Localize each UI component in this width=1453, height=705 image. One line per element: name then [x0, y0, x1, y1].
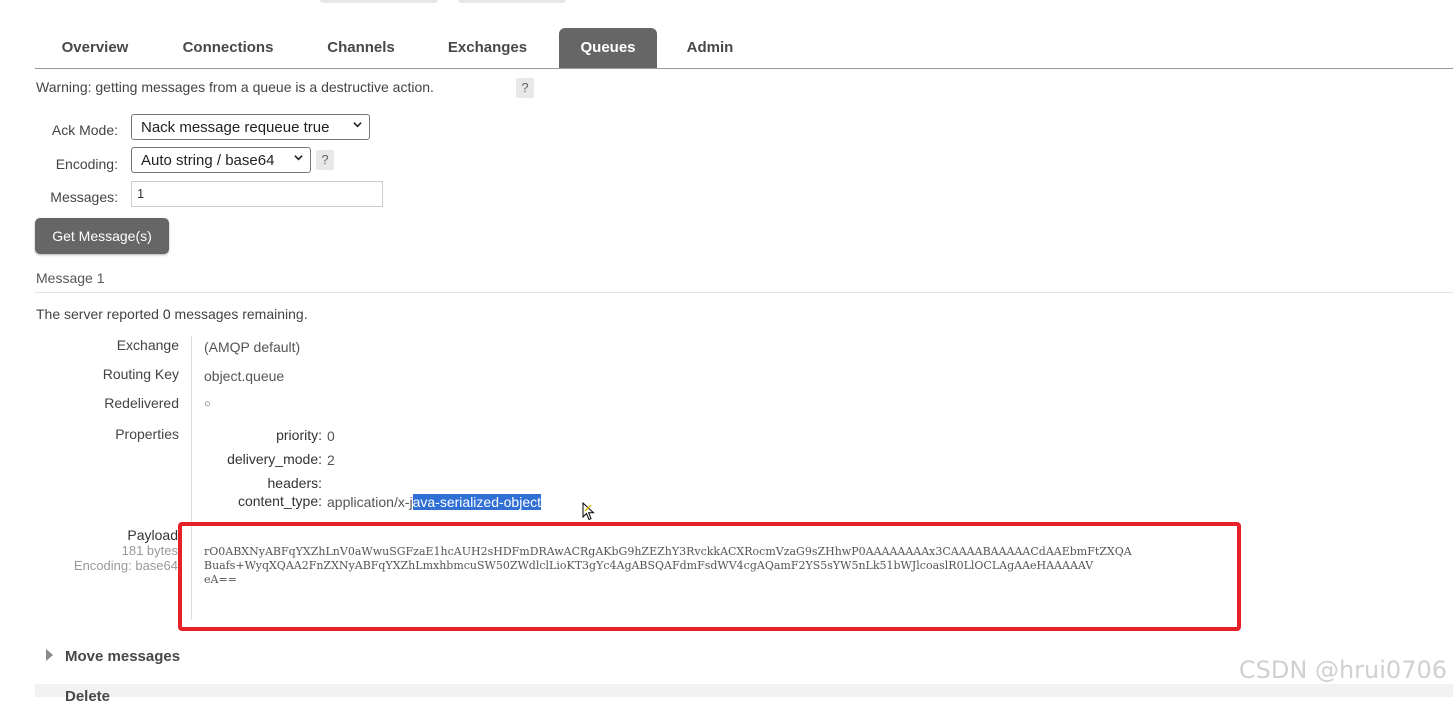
- payload-label: Payload: [127, 527, 178, 543]
- move-messages-label: Move messages: [65, 648, 181, 665]
- chevron-down-icon: [294, 155, 303, 161]
- content-type-value: application/x-java-serialized-object: [327, 494, 542, 510]
- divider: [35, 292, 1453, 293]
- encoding-value: Auto string / base64: [141, 152, 275, 169]
- content-type-selection: ava-serialized-object: [412, 494, 542, 510]
- payload-highlight-box: [178, 522, 1241, 631]
- routing-key-value: object.queue: [204, 368, 285, 384]
- delivery-mode-value: 2: [327, 452, 335, 468]
- help-icon[interactable]: ?: [516, 78, 534, 98]
- help-icon[interactable]: ?: [316, 150, 334, 170]
- get-messages-button[interactable]: Get Message(s): [35, 218, 169, 254]
- redelivered-label: Redelivered: [104, 395, 179, 411]
- delete-section[interactable]: Delete: [35, 684, 1453, 705]
- top-fragment-left: [320, 0, 438, 3]
- mouse-cursor-icon: [582, 502, 595, 521]
- priority-key: priority:: [276, 427, 322, 443]
- payload-size: 181 bytes: [121, 543, 178, 558]
- watermark: CSDN @hrui0706: [1238, 656, 1447, 684]
- properties-label: Properties: [115, 426, 179, 442]
- tab-exchanges[interactable]: Exchanges: [430, 28, 545, 68]
- top-fragment-right: [458, 0, 566, 3]
- redelivered-value: ○: [204, 398, 211, 410]
- tab-queues[interactable]: Queues: [559, 28, 657, 68]
- content-type-plain: application/x-j: [327, 494, 413, 510]
- priority-value: 0: [327, 428, 335, 444]
- server-report-prefix: The server reported: [36, 306, 159, 322]
- payload-encoding: Encoding: base64: [73, 558, 178, 573]
- expand-triangle-icon: [46, 649, 53, 662]
- ack-mode-label: Ack Mode:: [51, 122, 118, 138]
- delivery-mode-key: delivery_mode:: [227, 451, 322, 467]
- exchange-label: Exchange: [116, 337, 179, 353]
- chevron-down-icon: [353, 122, 362, 128]
- encoding-select[interactable]: Auto string / base64: [131, 147, 311, 173]
- remaining-count: 0: [162, 306, 171, 322]
- tab-channels[interactable]: Channels: [310, 28, 412, 68]
- messages-input[interactable]: 1: [131, 181, 383, 207]
- ack-mode-value: Nack message requeue true: [141, 119, 330, 136]
- content-type-key: content_type:: [237, 493, 322, 509]
- server-report-suffix: messages remaining.: [174, 306, 308, 322]
- message-heading: Message 1: [36, 270, 105, 286]
- messages-label: Messages:: [50, 189, 118, 205]
- tab-connections[interactable]: Connections: [167, 28, 289, 68]
- server-report: The server reported 0 messages remaining…: [36, 306, 308, 322]
- main-tabs: Overview Connections Channels Exchanges …: [35, 28, 1453, 69]
- encoding-label: Encoding:: [55, 156, 118, 172]
- destructive-warning: Warning: getting messages from a queue i…: [36, 79, 434, 95]
- ack-mode-select[interactable]: Nack message requeue true: [131, 114, 370, 140]
- move-messages-toggle[interactable]: Move messages: [46, 648, 180, 665]
- exchange-value: (AMQP default): [204, 339, 301, 355]
- routing-key-label: Routing Key: [102, 366, 179, 382]
- tab-overview[interactable]: Overview: [40, 28, 150, 68]
- headers-key: headers:: [267, 475, 322, 491]
- tab-admin[interactable]: Admin: [673, 28, 747, 68]
